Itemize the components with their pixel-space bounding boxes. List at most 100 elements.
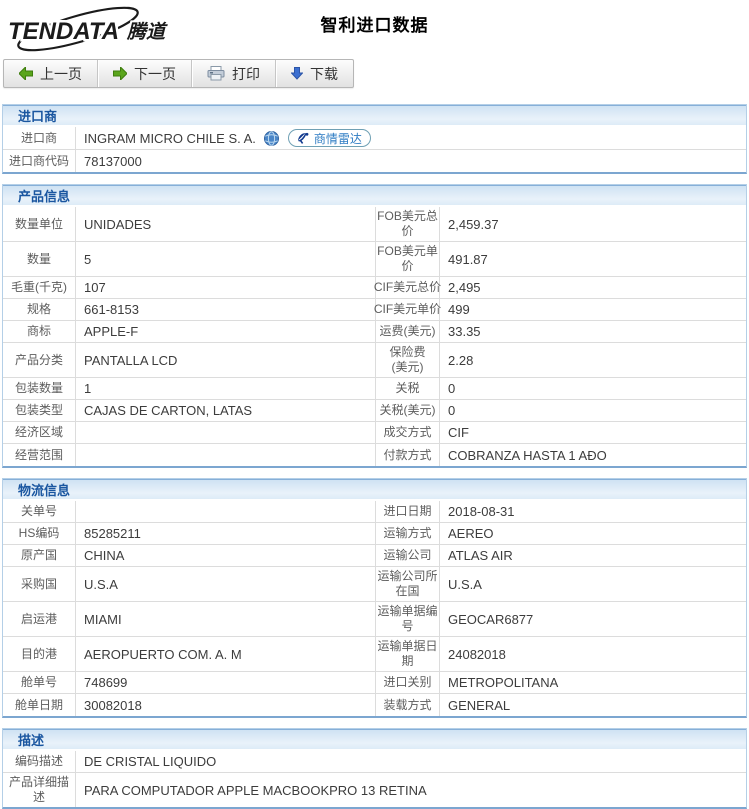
field-value: INGRAM MICRO CHILE S. A. 商情雷达	[76, 127, 746, 150]
importer-section-title: 进口商	[3, 105, 746, 127]
field-value-text: 33.35	[448, 324, 481, 339]
field-label-text: 启运港	[21, 612, 57, 627]
field-value-text: 24082018	[448, 647, 506, 662]
field-label: 进口商代码	[3, 150, 76, 172]
field-value: 661-8153	[76, 299, 376, 321]
field-value: AEROPUERTO COM. A. M	[76, 637, 376, 672]
field-value-text: DE CRISTAL LIQUIDO	[84, 754, 216, 769]
field-label-text: 运输公司	[383, 548, 431, 563]
radar-icon	[297, 132, 310, 144]
field-value-text: UNIDADES	[84, 217, 151, 232]
field-label-text: 运输单据编 号	[377, 604, 437, 634]
field-label-text: 成交方式	[383, 425, 431, 440]
field-label: 经济区域	[3, 422, 76, 444]
field-label: 保险费(美元)	[376, 343, 440, 378]
field-value: ATLAS AIR	[440, 545, 746, 567]
field-label-text: 目的港	[21, 647, 57, 662]
field-label-text: 数量	[27, 252, 51, 267]
field-label: 采购国	[3, 567, 76, 602]
print-button[interactable]: 打印	[192, 60, 276, 87]
field-value: 5	[76, 242, 376, 277]
field-value-text: GEOCAR6877	[448, 612, 533, 627]
field-label-text: 关税(美元)	[380, 403, 436, 418]
field-value-text: MIAMI	[84, 612, 122, 627]
field-value: 24082018	[440, 637, 746, 672]
field-label-text: HS编码	[19, 526, 60, 541]
field-value-text: 30082018	[84, 698, 142, 713]
field-value-text: 2,459.37	[448, 217, 499, 232]
field-value: U.S.A	[76, 567, 376, 602]
field-value-text: PANTALLA LCD	[84, 353, 177, 368]
field-value-text: CHINA	[84, 548, 124, 563]
printer-icon	[207, 66, 225, 81]
field-value-text: 2018-08-31	[448, 504, 515, 519]
download-label: 下载	[310, 64, 338, 84]
field-label-text: 包装数量	[15, 381, 63, 396]
field-label-text: 关单号	[21, 504, 57, 519]
field-label: 进口日期	[376, 501, 440, 523]
field-label: CIF美元单价	[376, 299, 440, 321]
next-page-button[interactable]: 下一页	[98, 60, 192, 87]
field-label-text: 运输方式	[383, 526, 431, 541]
field-label: 付款方式	[376, 444, 440, 466]
field-value-text: METROPOLITANA	[448, 675, 558, 690]
next-page-label: 下一页	[134, 64, 176, 84]
field-value-text: COBRANZA HASTA 1 AĐO	[448, 448, 607, 463]
field-value: 2.28	[440, 343, 746, 378]
field-label-text: 进口商代码	[9, 154, 69, 169]
product-info-table: 数量单位UNIDADESFOB美元总 价2,459.37数量5FOB美元单 价4…	[3, 207, 746, 466]
field-label: HS编码	[3, 523, 76, 545]
field-value: 499	[440, 299, 746, 321]
description-section: 描述 编码描述DE CRISTAL LIQUIDO产品详细描 述PARA COM…	[2, 728, 747, 809]
field-label-text: 舱单日期	[15, 698, 63, 713]
field-label: 产品分类	[3, 343, 76, 378]
prev-page-button[interactable]: 上一页	[4, 60, 98, 87]
field-label-text: 进口关别	[383, 675, 431, 690]
field-label-text: 毛重(千克)	[11, 280, 67, 295]
product-info-section: 产品信息 数量单位UNIDADESFOB美元总 价2,459.37数量5FOB美…	[2, 184, 747, 468]
business-radar-badge[interactable]: 商情雷达	[288, 129, 371, 147]
field-label: 运费(美元)	[376, 321, 440, 343]
field-label-text: 运费(美元)	[380, 324, 436, 339]
field-value	[76, 501, 376, 523]
field-label: 数量	[3, 242, 76, 277]
field-value: COBRANZA HASTA 1 AĐO	[440, 444, 746, 466]
field-value: GENERAL	[440, 694, 746, 716]
field-value: PARA COMPUTADOR APPLE MACBOOKPRO 13 RETI…	[76, 773, 746, 807]
toolbar: 上一页 下一页 打印 下载	[3, 59, 354, 88]
field-value-text: CAJAS DE CARTON, LATAS	[84, 403, 252, 418]
download-arrow-icon	[291, 67, 303, 80]
field-label: 运输单据日 期	[376, 637, 440, 672]
field-label: 经营范围	[3, 444, 76, 466]
field-label: 商标	[3, 321, 76, 343]
field-value: 2018-08-31	[440, 501, 746, 523]
field-value-text: 491.87	[448, 252, 488, 267]
field-label-text: 包装类型	[15, 403, 63, 418]
field-label: 毛重(千克)	[3, 277, 76, 299]
field-label-text: 商标	[27, 324, 51, 339]
field-label-text: 进口日期	[383, 504, 431, 519]
field-label-text: 规格	[27, 302, 51, 317]
field-value: 78137000	[76, 150, 746, 172]
field-label: 进口商	[3, 127, 76, 150]
field-value: MIAMI	[76, 602, 376, 637]
field-value-text: 2.28	[448, 353, 473, 368]
field-label: 装载方式	[376, 694, 440, 716]
field-value-text: PARA COMPUTADOR APPLE MACBOOKPRO 13 RETI…	[84, 783, 427, 798]
field-label-text: 进口商	[21, 131, 57, 146]
field-label-text: 原产国	[21, 548, 57, 563]
logistics-info-table: 关单号进口日期2018-08-31HS编码85285211运输方式AEREO原产…	[3, 501, 746, 716]
field-value-text: CIF	[448, 425, 469, 440]
globe-icon[interactable]	[264, 131, 279, 146]
field-value-text: GENERAL	[448, 698, 510, 713]
field-value: 107	[76, 277, 376, 299]
importer-section: 进口商 进口商 INGRAM MICRO CHILE S. A. 商情雷达进口商代码…	[2, 104, 747, 174]
print-label: 打印	[232, 64, 260, 84]
field-label-text: FOB美元单 价	[377, 244, 438, 274]
field-label: 包装数量	[3, 378, 76, 400]
download-button[interactable]: 下载	[276, 60, 353, 87]
field-value-text: INGRAM MICRO CHILE S. A.	[84, 131, 256, 146]
field-label-text: CIF美元总价	[374, 280, 441, 295]
field-label: 运输方式	[376, 523, 440, 545]
field-value: PANTALLA LCD	[76, 343, 376, 378]
